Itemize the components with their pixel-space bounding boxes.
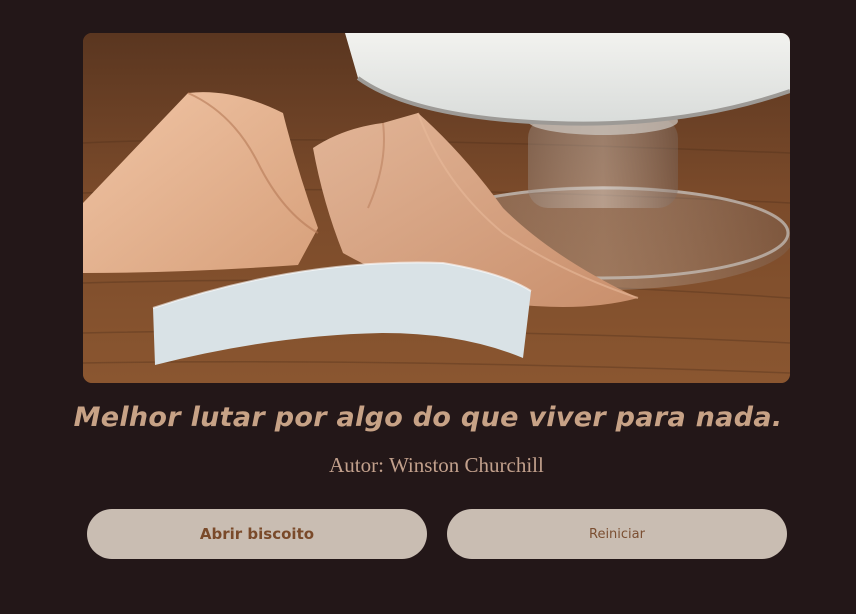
author-name: Winston Churchill <box>388 453 544 477</box>
quote-author: Autor: Winston Churchill <box>0 453 856 478</box>
fortune-cookie-illustration <box>83 33 790 383</box>
open-cookie-button[interactable]: Abrir biscoito <box>87 509 427 559</box>
fortune-cookie-image <box>83 33 790 383</box>
fortune-quote: Melhor lutar por algo do que viver para … <box>73 402 783 433</box>
author-label: Autor: <box>329 453 384 477</box>
reset-button[interactable]: Reiniciar <box>447 509 787 559</box>
